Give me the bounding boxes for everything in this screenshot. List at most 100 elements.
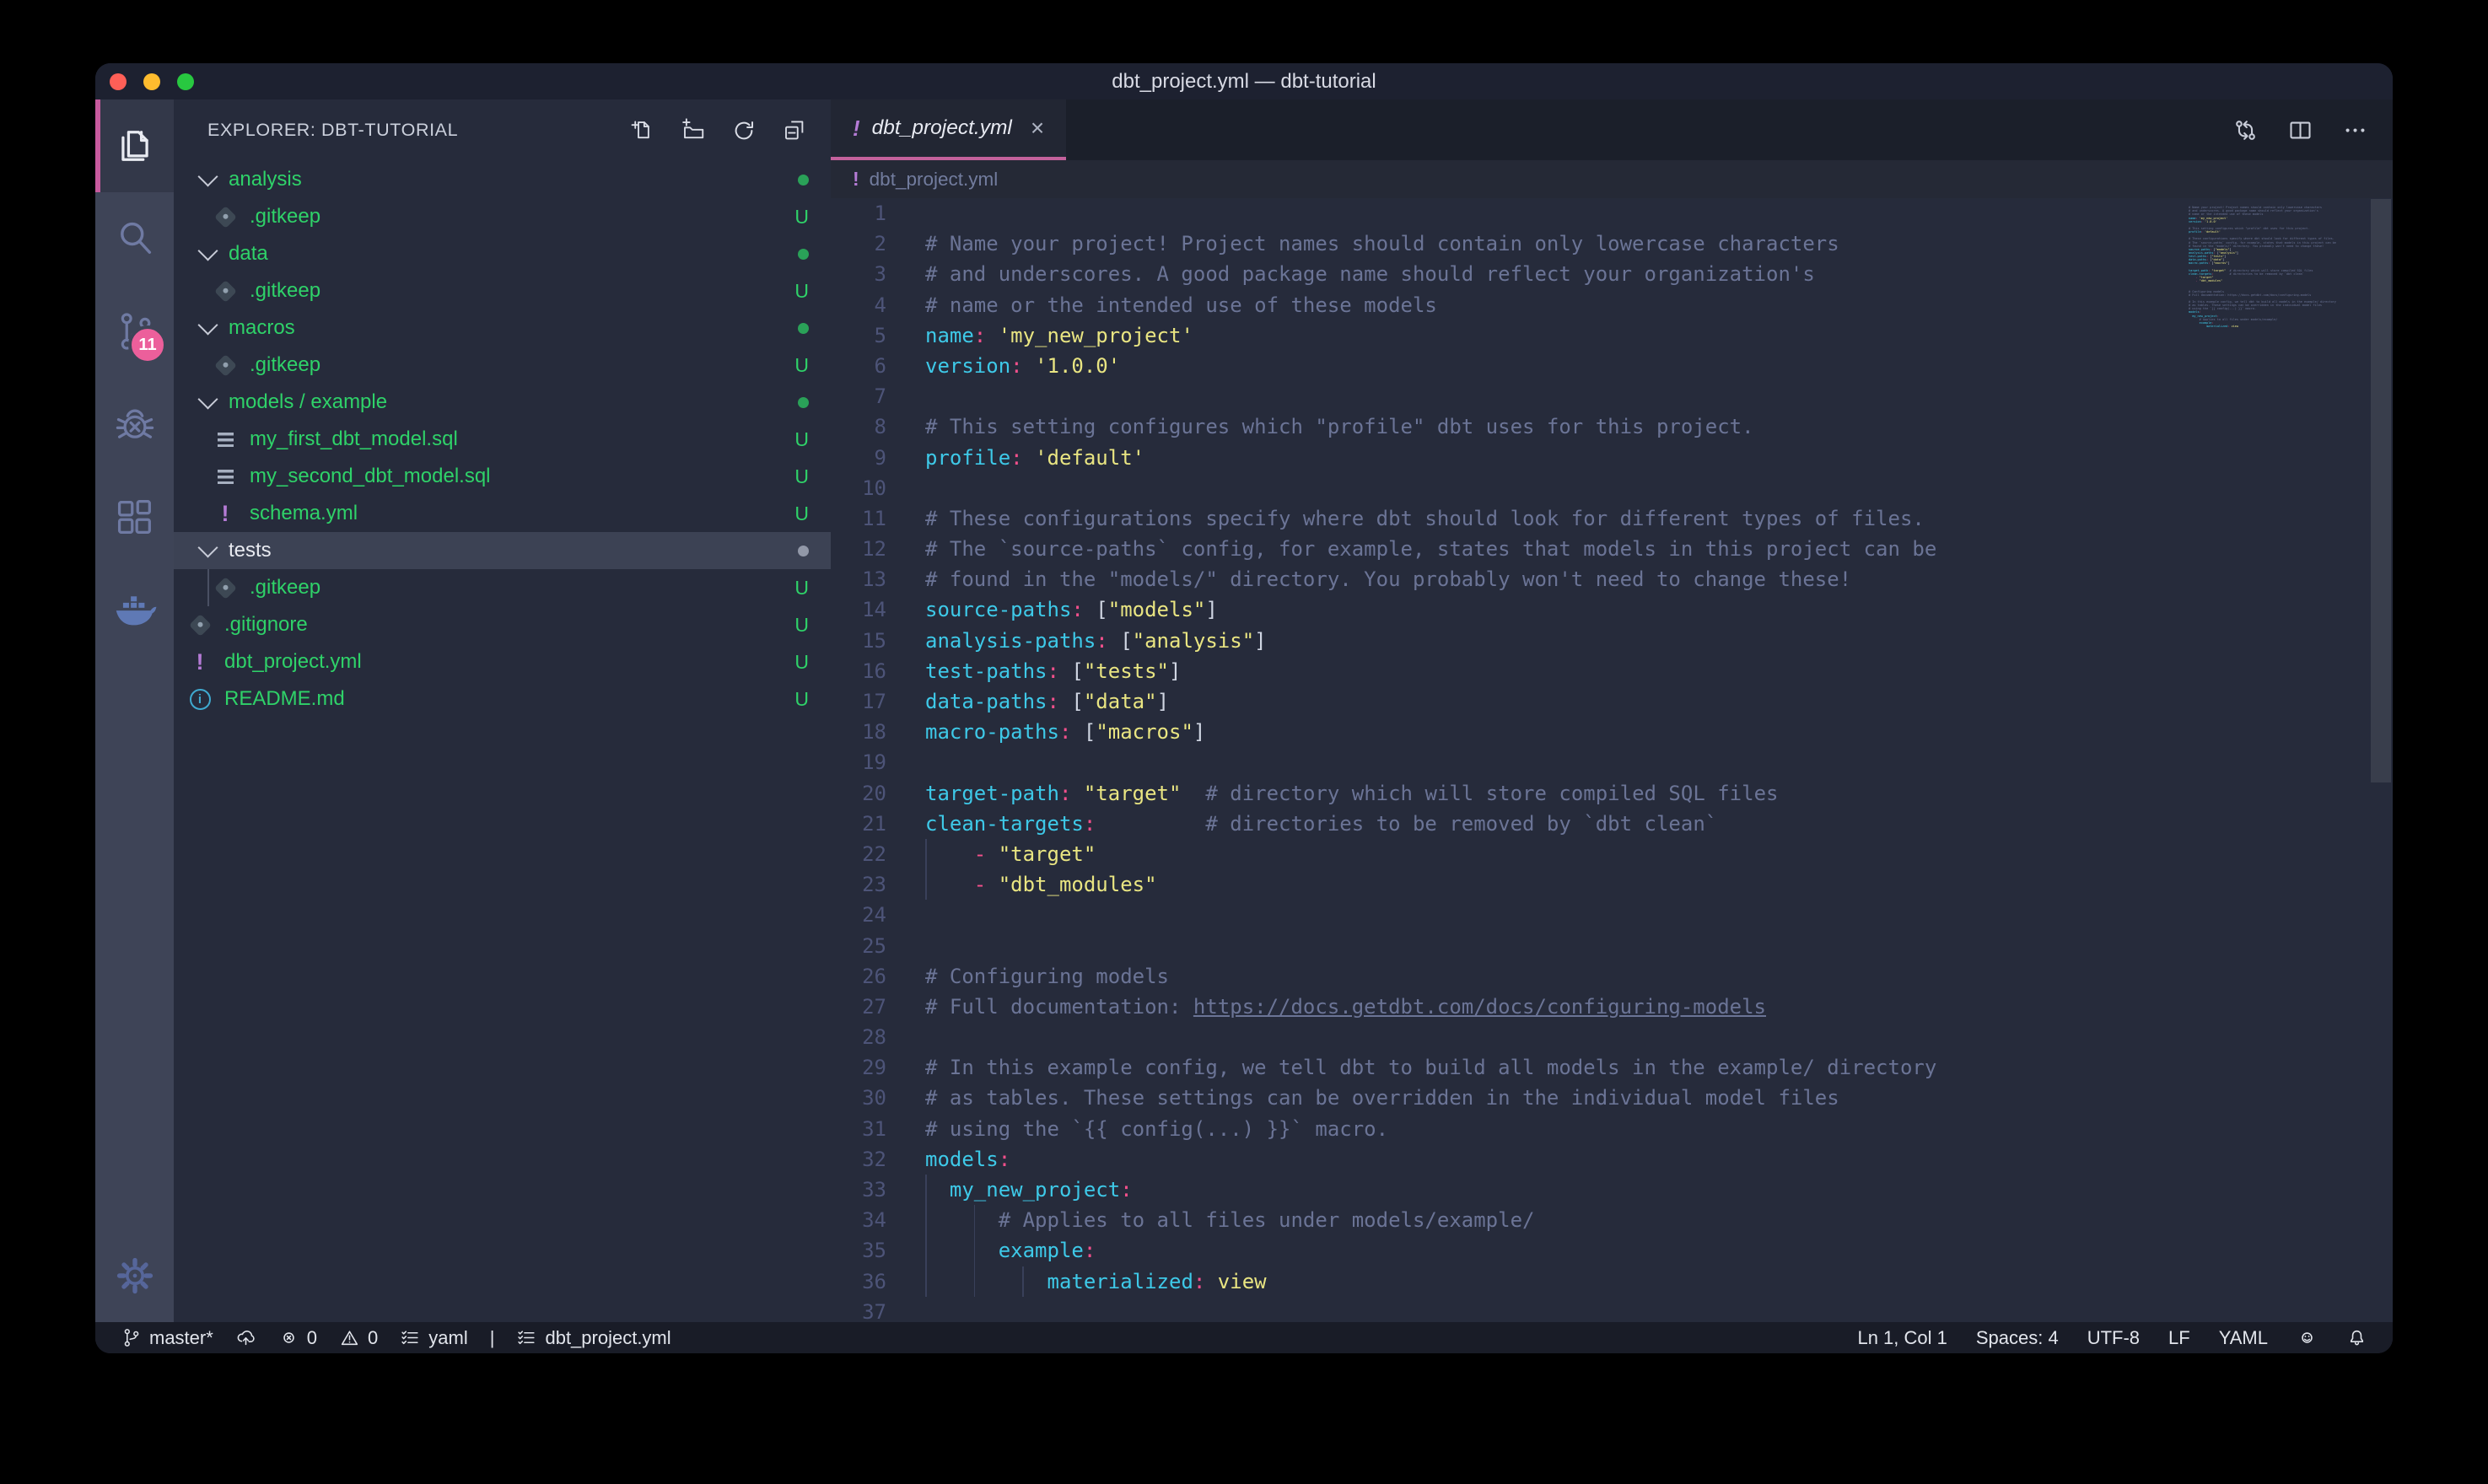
tree-row--gitignore[interactable]: .gitignoreU bbox=[174, 606, 831, 643]
tree-row-analysis[interactable]: analysis bbox=[174, 161, 831, 198]
zoom-window-button[interactable] bbox=[177, 73, 194, 90]
code-line[interactable]: 11# These configurations specify where d… bbox=[831, 503, 2393, 534]
code-line[interactable]: 9profile: 'default' bbox=[831, 443, 2393, 473]
code-line[interactable]: 26# Configuring models bbox=[831, 961, 2393, 992]
tree-row-models-example[interactable]: models / example bbox=[174, 384, 831, 421]
new-folder-icon[interactable] bbox=[681, 118, 706, 143]
code-line[interactable]: 13# found in the "models/" directory. Yo… bbox=[831, 564, 2393, 594]
tree-row-dbt-project-yml[interactable]: !dbt_project.ymlU bbox=[174, 643, 831, 680]
status-item-bell[interactable] bbox=[2346, 1327, 2367, 1348]
token bbox=[986, 873, 998, 896]
code-line[interactable]: 8# This setting configures which "profil… bbox=[831, 411, 2393, 442]
status-item-utf-8[interactable]: UTF-8 bbox=[2087, 1327, 2140, 1349]
new-file-icon[interactable] bbox=[630, 118, 655, 143]
code-line[interactable]: 20target-path: "target" # directory whic… bbox=[831, 778, 2393, 809]
minimize-window-button[interactable] bbox=[143, 73, 160, 90]
files-icon bbox=[113, 124, 157, 168]
tree-row-data[interactable]: data bbox=[174, 235, 831, 272]
code-line[interactable]: 17data-paths: ["data"] bbox=[831, 686, 2393, 717]
code-line[interactable]: 22 - "target" bbox=[831, 839, 2393, 869]
code-line[interactable]: 33 my_new_project: bbox=[831, 1175, 2393, 1205]
open-changes-icon[interactable] bbox=[2232, 116, 2259, 144]
tree-row-my-second-dbt-model-sql[interactable]: my_second_dbt_model.sqlU bbox=[174, 458, 831, 495]
tree-row-tests[interactable]: tests bbox=[174, 532, 831, 569]
minimap-token: version bbox=[2189, 220, 2201, 223]
status-item-yaml[interactable]: YAML bbox=[2219, 1327, 2268, 1349]
line-content: # name or the intended use of these mode… bbox=[925, 290, 1437, 320]
code-line[interactable]: 35 example: bbox=[831, 1235, 2393, 1266]
collapse-all-icon[interactable] bbox=[782, 118, 807, 143]
settings-button[interactable] bbox=[95, 1229, 174, 1322]
code-line[interactable]: 2# Name your project! Project names shou… bbox=[831, 229, 2393, 259]
activity-debug-button[interactable] bbox=[95, 378, 174, 470]
status-item-master-[interactable]: master* bbox=[121, 1327, 213, 1349]
tree-row-macros[interactable]: macros bbox=[174, 309, 831, 347]
close-window-button[interactable] bbox=[110, 73, 127, 90]
tab-bar: ! dbt_project.yml × bbox=[831, 99, 2393, 160]
tab-dbt-project-yml[interactable]: ! dbt_project.yml × bbox=[831, 99, 1066, 160]
code-line[interactable]: 21clean-targets: # directories to be rem… bbox=[831, 809, 2393, 839]
status-item-0[interactable]: 0 bbox=[339, 1327, 378, 1349]
status-item-yaml[interactable]: yaml bbox=[400, 1327, 467, 1349]
tree-row-readme-md[interactable]: iREADME.mdU bbox=[174, 680, 831, 718]
code-line[interactable]: 23 - "dbt_modules" bbox=[831, 869, 2393, 900]
status-item-dbt-project-yml[interactable]: dbt_project.yml bbox=[516, 1327, 670, 1349]
tree-row--gitkeep[interactable]: .gitkeepU bbox=[174, 347, 831, 384]
code-line[interactable]: 24 bbox=[831, 900, 2393, 930]
tree-row-schema-yml[interactable]: !schema.ymlU bbox=[174, 495, 831, 532]
tree-row-my-first-dbt-model-sql[interactable]: my_first_dbt_model.sqlU bbox=[174, 421, 831, 458]
code-line[interactable]: 6version: '1.0.0' bbox=[831, 351, 2393, 381]
code-line[interactable]: 25 bbox=[831, 931, 2393, 961]
token: ] bbox=[1205, 598, 1217, 621]
split-editor-icon[interactable] bbox=[2286, 116, 2314, 144]
code-line[interactable]: 5name: 'my_new_project' bbox=[831, 320, 2393, 351]
line-content: # This setting configures which "profile… bbox=[925, 411, 1754, 442]
code-line[interactable]: 37 bbox=[831, 1297, 2393, 1322]
tree-row--gitkeep[interactable]: .gitkeepU bbox=[174, 198, 831, 235]
status-item-cloud-upload[interactable] bbox=[235, 1327, 256, 1348]
code-line[interactable]: 28 bbox=[831, 1022, 2393, 1052]
info-file-icon: i bbox=[189, 687, 211, 711]
code-editor[interactable]: 12# Name your project! Project names sho… bbox=[831, 198, 2393, 1322]
close-tab-icon[interactable]: × bbox=[1031, 115, 1044, 142]
code-line[interactable]: 34 # Applies to all files under models/e… bbox=[831, 1205, 2393, 1235]
refresh-icon[interactable] bbox=[731, 118, 757, 143]
code-line[interactable]: 12# The `source-paths` config, for examp… bbox=[831, 534, 2393, 564]
status-item-spaces-4[interactable]: Spaces: 4 bbox=[1976, 1327, 2059, 1349]
code-line[interactable]: 31# using the `{{ config(...) }}` macro. bbox=[831, 1114, 2393, 1144]
activity-explorer-button[interactable] bbox=[95, 99, 174, 192]
activity-extensions-button[interactable] bbox=[95, 470, 174, 563]
code-line[interactable]: 18macro-paths: ["macros"] bbox=[831, 717, 2393, 747]
status-item-smiley[interactable] bbox=[2297, 1327, 2318, 1348]
code-line[interactable]: 32models: bbox=[831, 1144, 2393, 1175]
activity-docker-button[interactable] bbox=[95, 563, 174, 656]
tree-row--gitkeep[interactable]: .gitkeepU bbox=[174, 569, 831, 606]
activity-source-control-button[interactable]: 11 bbox=[95, 285, 174, 378]
code-line[interactable]: 3# and underscores. A good package name … bbox=[831, 259, 2393, 289]
code-line[interactable]: 30# as tables. These settings can be ove… bbox=[831, 1083, 2393, 1113]
code-line[interactable]: 14source-paths: ["models"] bbox=[831, 594, 2393, 625]
code-line[interactable]: 10 bbox=[831, 473, 2393, 503]
code-line[interactable]: 16test-paths: ["tests"] bbox=[831, 656, 2393, 686]
sql-icon bbox=[218, 433, 234, 447]
breadcrumb[interactable]: ! dbt_project.yml bbox=[831, 160, 2393, 198]
editor-scrollbar[interactable] bbox=[2371, 199, 2391, 782]
token: name bbox=[925, 324, 974, 347]
code-line[interactable]: 36 materialized: view bbox=[831, 1266, 2393, 1297]
more-actions-icon[interactable] bbox=[2341, 116, 2369, 144]
code-line[interactable]: 7 bbox=[831, 381, 2393, 411]
activity-search-button[interactable] bbox=[95, 192, 174, 285]
code-line[interactable]: 4# name or the intended use of these mod… bbox=[831, 290, 2393, 320]
token: ] bbox=[1169, 659, 1181, 683]
code-line[interactable]: 15analysis-paths: ["analysis"] bbox=[831, 626, 2393, 656]
line-content: macro-paths: ["macros"] bbox=[925, 717, 1205, 747]
status-item-0[interactable]: 0 bbox=[278, 1327, 317, 1349]
minimap[interactable]: # Name your project! Project names shoul… bbox=[2189, 202, 2367, 331]
status-item-ln-1-col-1[interactable]: Ln 1, Col 1 bbox=[1857, 1327, 1947, 1349]
tree-row--gitkeep[interactable]: .gitkeepU bbox=[174, 272, 831, 309]
code-line[interactable]: 1 bbox=[831, 198, 2393, 229]
code-line[interactable]: 29# In this example config, we tell dbt … bbox=[831, 1052, 2393, 1083]
code-line[interactable]: 27# Full documentation: https://docs.get… bbox=[831, 992, 2393, 1022]
code-line[interactable]: 19 bbox=[831, 747, 2393, 777]
status-item-lf[interactable]: LF bbox=[2168, 1327, 2190, 1349]
